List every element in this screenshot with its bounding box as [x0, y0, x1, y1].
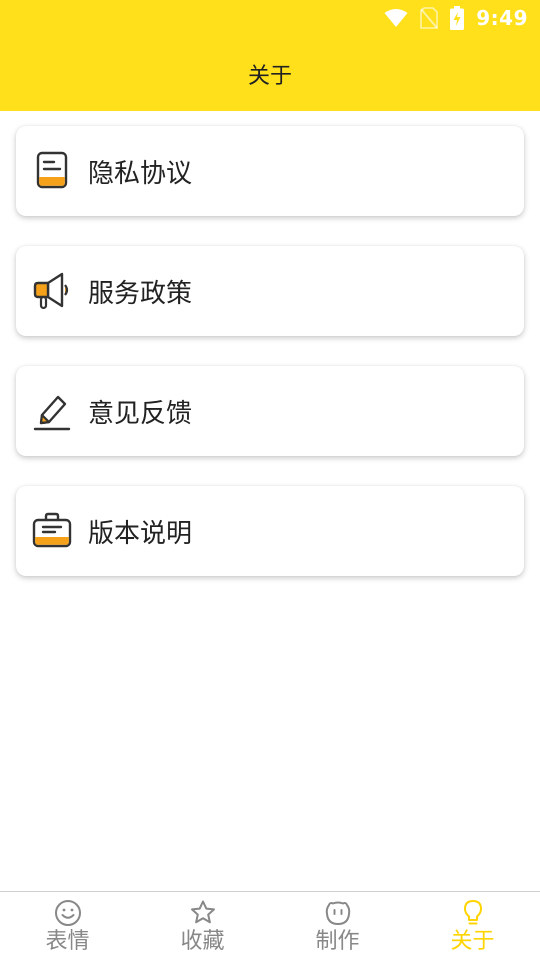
tab-create[interactable]: 制作: [270, 892, 405, 960]
face-icon: [323, 898, 353, 928]
status-bar: 9:49: [0, 0, 540, 36]
wifi-icon: [384, 9, 408, 27]
document-icon: [32, 151, 72, 191]
bottom-nav: 表情 收藏 制作 关于: [0, 891, 540, 960]
megaphone-icon: [32, 271, 72, 311]
version-notes-label: 版本说明: [88, 518, 193, 549]
smiley-icon: [53, 898, 83, 928]
star-icon: [188, 898, 218, 928]
status-icons: 9:49: [384, 6, 528, 30]
tab-create-label: 制作: [315, 929, 360, 954]
service-policy-label: 服务政策: [88, 278, 193, 309]
pencil-icon: [32, 391, 72, 431]
tab-emoji-label: 表情: [45, 929, 90, 954]
tab-emoji[interactable]: 表情: [0, 892, 135, 960]
service-policy-item[interactable]: 服务政策: [16, 246, 524, 336]
briefcase-icon: [32, 511, 72, 551]
status-time: 9:49: [476, 6, 528, 30]
page-title: 关于: [247, 64, 292, 89]
no-sim-icon: [420, 7, 439, 29]
battery-charging-icon: [450, 6, 465, 30]
feedback-label: 意见反馈: [88, 398, 193, 429]
lightbulb-icon: [458, 898, 488, 928]
tab-about-label: 关于: [450, 929, 495, 954]
tab-about[interactable]: 关于: [405, 892, 540, 960]
privacy-policy-item[interactable]: 隐私协议: [16, 126, 524, 216]
privacy-policy-label: 隐私协议: [88, 158, 193, 189]
version-notes-item[interactable]: 版本说明: [16, 486, 524, 576]
app-root: 9:49 关于 隐私协议 服务政策 意见反馈 版本说明 表情 收藏 制作 关于: [0, 0, 540, 960]
feedback-item[interactable]: 意见反馈: [16, 366, 524, 456]
tab-favorites-label: 收藏: [180, 929, 225, 954]
tab-favorites[interactable]: 收藏: [135, 892, 270, 960]
app-header: 9:49 关于: [0, 0, 540, 111]
